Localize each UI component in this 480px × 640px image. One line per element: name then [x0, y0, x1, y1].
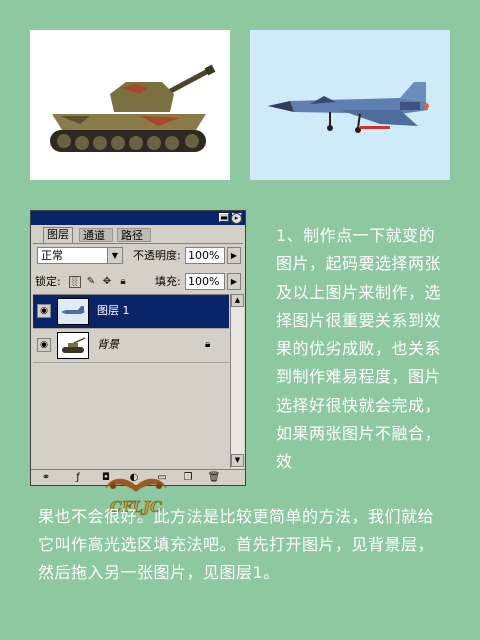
link-layers-icon[interactable]: ⚭: [39, 472, 53, 484]
opacity-input[interactable]: 100%: [185, 247, 225, 264]
new-group-icon[interactable]: ▭: [155, 472, 169, 484]
chevron-down-icon[interactable]: ▼: [107, 248, 122, 263]
fill-input[interactable]: 100%: [185, 273, 225, 290]
lock-all-icon[interactable]: 🔒︎: [117, 276, 129, 288]
scroll-down-icon[interactable]: ▼: [231, 454, 244, 467]
layer-thumbnail-tank: [57, 332, 89, 359]
add-mask-icon[interactable]: ◘: [99, 472, 113, 484]
lock-icon: 🔒︎: [205, 339, 211, 350]
trash-icon[interactable]: 🗑︎: [207, 472, 221, 484]
fighter-jet-icon: [268, 82, 429, 133]
lock-move-icon[interactable]: ✥: [101, 276, 113, 288]
fill-slider-button[interactable]: ▶: [227, 273, 241, 290]
scroll-up-icon[interactable]: ▲: [231, 294, 244, 307]
tank-photo: [30, 30, 230, 180]
tab-layers[interactable]: 图层: [43, 227, 73, 243]
tutorial-paragraph-2: 果也不会很好。此方法是比较更简单的方法，我们就给它叫作高光选区填充法吧。首先打开…: [38, 507, 435, 582]
layer-row-background[interactable]: ◉ 背景 🔒︎: [33, 329, 229, 363]
lock-brush-icon[interactable]: ✎: [85, 276, 97, 288]
layer-list: ◉ 图层 1 ◉ 背景 🔒︎ CFLJC: [33, 294, 229, 516]
palette-tabs: 图层 通道 路径: [33, 227, 243, 244]
layer-thumbnail-jet: [57, 298, 89, 325]
minimize-button[interactable]: ▬: [219, 213, 229, 222]
layer-style-icon[interactable]: ƒ: [71, 472, 85, 484]
tab-paths[interactable]: 路径: [117, 228, 151, 242]
tutorial-paragraph-1: 1、制作点一下就变的图片，起码要选择两张及以上图片来制作，选择图片很重要关系到效…: [276, 226, 442, 472]
palette-menu-button[interactable]: ▸: [231, 213, 242, 224]
fighter-jet-photo: [250, 30, 450, 180]
blend-mode-select[interactable]: 正常 ▼: [37, 247, 123, 264]
layer-name: 图层 1: [97, 304, 130, 317]
palette-bottom-toolbar: ⚭ ƒ ◘ ◐ ▭ ❐ 🗑︎: [31, 469, 245, 486]
layer-name: 背景: [97, 338, 119, 351]
layer-list-scrollbar[interactable]: ▲ ▼: [230, 294, 244, 468]
palette-titlebar[interactable]: ▬ ✕: [31, 211, 245, 225]
tank-icon: [50, 64, 216, 152]
layer-row-layer-1[interactable]: ◉ 图层 1: [33, 295, 229, 329]
new-layer-icon[interactable]: ❐: [181, 472, 195, 484]
eye-icon[interactable]: ◉: [37, 304, 51, 318]
lock-label: 锁定:: [35, 275, 61, 288]
lock-transparency-icon[interactable]: ░: [69, 276, 81, 288]
eye-icon[interactable]: ◉: [37, 338, 51, 352]
blend-mode-value: 正常: [41, 249, 63, 262]
layers-palette: ▬ ✕ 图层 通道 路径 ▸ 正常 ▼ 不透明度: 100% ▶ 锁定: ░ ✎…: [30, 210, 246, 516]
adjustment-layer-icon[interactable]: ◐: [127, 472, 141, 484]
tab-channels[interactable]: 通道: [79, 228, 113, 242]
fill-label: 填充:: [155, 275, 181, 288]
opacity-label: 不透明度:: [133, 249, 181, 262]
opacity-slider-button[interactable]: ▶: [227, 247, 241, 264]
